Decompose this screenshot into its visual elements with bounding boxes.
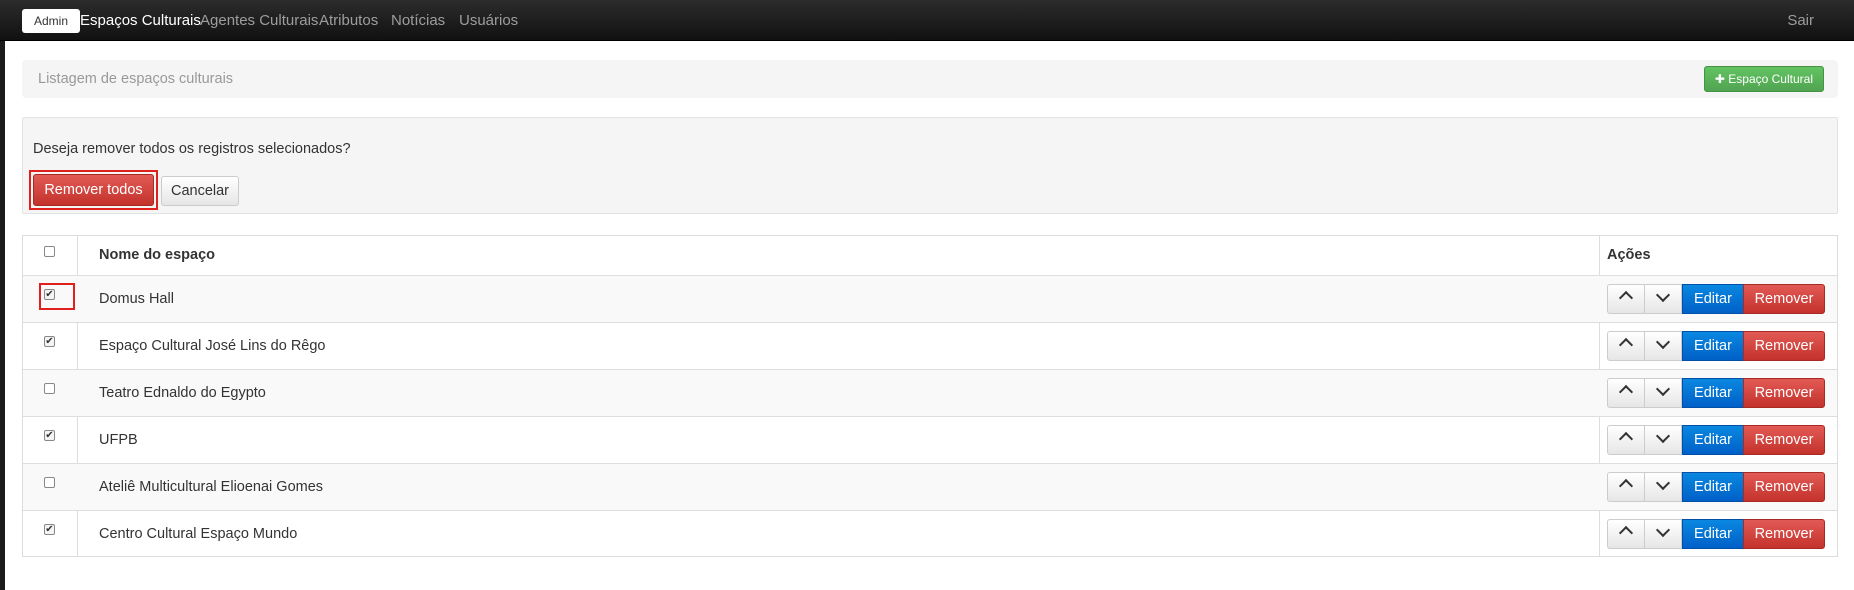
remove-button[interactable]: Remover	[1743, 519, 1825, 549]
column-header-nome: Nome do espaço	[99, 247, 216, 263]
remove-all-button[interactable]: Remover todos	[33, 174, 154, 206]
chevron-down-icon	[1655, 428, 1671, 444]
row-checkbox[interactable]: ✔	[44, 430, 55, 441]
page-title: Listagem de espaços culturais	[38, 71, 234, 87]
row-checkbox[interactable]	[44, 383, 55, 394]
move-down-button[interactable]	[1644, 519, 1682, 549]
window-edge	[0, 0, 5, 590]
espacos-table: Nome do espaço Ações ✔ Domus Hall Editar Re…	[22, 235, 1838, 557]
move-down-button[interactable]	[1644, 425, 1682, 455]
espaco-name: Espaço Cultural José Lins do Rêgo	[99, 338, 326, 354]
move-down-button[interactable]	[1644, 378, 1682, 408]
remove-button[interactable]: Remover	[1743, 284, 1825, 314]
table-row: Teatro Ednaldo do Egypto Editar Remover	[23, 369, 1837, 416]
listing-header: Listagem de espaços culturais ✚ Espaço C…	[22, 60, 1838, 98]
row-checkbox[interactable]	[44, 477, 55, 488]
cancel-button[interactable]: Cancelar	[161, 176, 239, 206]
table-row: ✔ Espaço Cultural José Lins do Rêgo Editar…	[23, 322, 1837, 369]
chevron-up-icon	[1618, 478, 1634, 494]
chevron-down-icon	[1655, 475, 1671, 491]
table-row: Ateliê Multicultural Elioenai Gomes Edita…	[23, 463, 1837, 510]
remove-button[interactable]: Remover	[1743, 378, 1825, 408]
chevron-up-icon	[1618, 290, 1634, 306]
edit-button[interactable]: Editar	[1682, 425, 1744, 455]
top-navbar: Admin Espaços Culturais Agentes Culturai…	[0, 0, 1854, 41]
move-up-button[interactable]	[1607, 378, 1645, 408]
chevron-down-icon	[1655, 287, 1671, 303]
edit-button[interactable]: Editar	[1682, 472, 1744, 502]
brand-admin[interactable]: Admin	[22, 9, 81, 33]
select-all-checkbox[interactable]	[44, 246, 55, 257]
remove-button[interactable]: Remover	[1743, 472, 1825, 502]
move-up-button[interactable]	[1607, 519, 1645, 549]
move-up-button[interactable]	[1607, 331, 1645, 361]
table-row: ✔ Domus Hall Editar Remover	[23, 275, 1837, 322]
move-up-button[interactable]	[1607, 425, 1645, 455]
move-down-button[interactable]	[1644, 472, 1682, 502]
espaco-name: UFPB	[99, 432, 138, 448]
confirm-message: Deseja remover todos os registros seleci…	[33, 141, 351, 157]
edit-button[interactable]: Editar	[1682, 519, 1744, 549]
nav-item-agentes-culturais[interactable]: Agentes Culturais	[200, 0, 318, 41]
espaco-name: Centro Cultural Espaço Mundo	[99, 526, 298, 542]
add-espaco-cultural-button[interactable]: ✚ Espaço Cultural	[1703, 66, 1824, 92]
column-header-acoes: Ações	[1607, 247, 1651, 263]
highlight-box	[39, 283, 75, 310]
chevron-up-icon	[1618, 525, 1634, 541]
move-up-button[interactable]	[1607, 284, 1645, 314]
remove-button[interactable]: Remover	[1743, 425, 1825, 455]
espaco-name: Teatro Ednaldo do Egypto	[99, 385, 266, 401]
chevron-up-icon	[1618, 431, 1634, 447]
move-up-button[interactable]	[1607, 472, 1645, 502]
chevron-up-icon	[1618, 384, 1634, 400]
table-row: ✔ Centro Cultural Espaço Mundo Editar Remov…	[23, 510, 1837, 557]
row-checkbox[interactable]: ✔	[44, 524, 55, 535]
nav-item-atributos[interactable]: Atributos	[319, 0, 378, 41]
nav-item-usuarios[interactable]: Usuários	[459, 0, 518, 41]
move-down-button[interactable]	[1644, 331, 1682, 361]
bulk-remove-confirm: Deseja remover todos os registros seleci…	[22, 117, 1838, 214]
chevron-down-icon	[1655, 334, 1671, 350]
logout-link[interactable]: Sair	[1787, 0, 1814, 41]
espaco-name: Domus Hall	[99, 291, 174, 307]
nav-item-espacos-culturais[interactable]: Espaços Culturais	[80, 0, 201, 41]
edit-button[interactable]: Editar	[1682, 331, 1744, 361]
row-checkbox[interactable]: ✔	[44, 336, 55, 347]
table-row: ✔ UFPB Editar Remover	[23, 416, 1837, 463]
nav-item-noticias[interactable]: Notícias	[391, 0, 445, 41]
edit-button[interactable]: Editar	[1682, 378, 1744, 408]
chevron-down-icon	[1655, 381, 1671, 397]
espaco-name: Ateliê Multicultural Elioenai Gomes	[99, 479, 324, 495]
move-down-button[interactable]	[1644, 284, 1682, 314]
remove-button[interactable]: Remover	[1743, 331, 1825, 361]
chevron-up-icon	[1618, 337, 1634, 353]
chevron-down-icon	[1655, 522, 1671, 538]
edit-button[interactable]: Editar	[1682, 284, 1744, 314]
